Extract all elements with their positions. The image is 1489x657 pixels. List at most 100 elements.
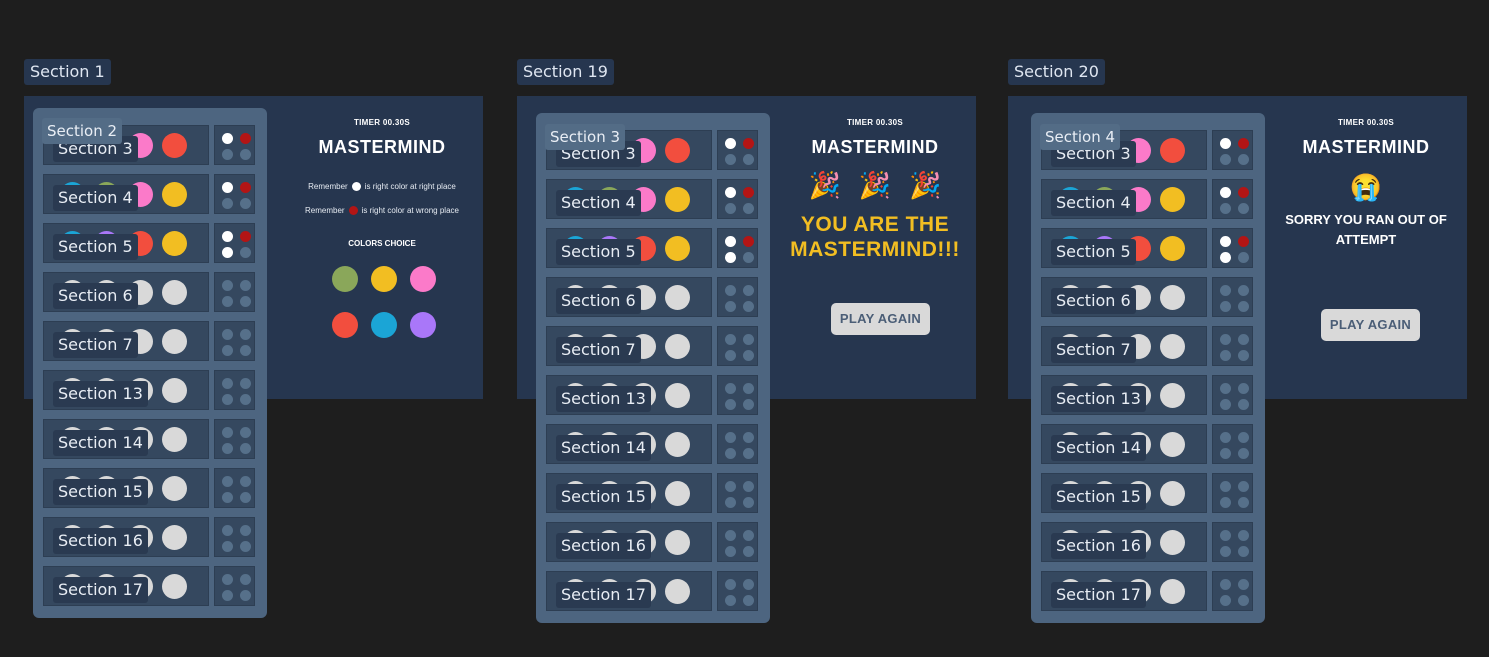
- peg-slot[interactable]: [1160, 530, 1185, 555]
- row-label[interactable]: Section 15: [53, 479, 148, 505]
- peg-slot[interactable]: [162, 231, 187, 256]
- board-row: Section 4: [43, 174, 255, 214]
- peg-slot[interactable]: [162, 574, 187, 599]
- color-choice-blue[interactable]: [371, 312, 397, 338]
- hint-dot: [743, 383, 754, 394]
- peg-slot[interactable]: [1160, 383, 1185, 408]
- peg-slot[interactable]: [162, 329, 187, 354]
- timer-text: TIMER 00.30S: [353, 118, 411, 127]
- hint-dot: [725, 203, 736, 214]
- peg-slot[interactable]: [1160, 285, 1185, 310]
- peg-slot[interactable]: [162, 133, 187, 158]
- peg-slot[interactable]: [1160, 138, 1185, 163]
- board-row: Section 7: [546, 326, 758, 366]
- peg-slot[interactable]: [1160, 187, 1185, 212]
- board-label[interactable]: Section 2: [42, 118, 123, 144]
- color-choice-red[interactable]: [332, 312, 358, 338]
- peg-slot[interactable]: [162, 427, 187, 452]
- row-label[interactable]: Section 14: [1051, 435, 1146, 461]
- peg-slot[interactable]: [1160, 481, 1185, 506]
- peg-slot[interactable]: [665, 579, 690, 604]
- peg-slot[interactable]: [1160, 334, 1185, 359]
- peg-slot[interactable]: [665, 432, 690, 457]
- hint-pegs: [1212, 326, 1253, 366]
- peg-slot[interactable]: [665, 187, 690, 212]
- play-again-button[interactable]: PLAY AGAIN: [1321, 309, 1420, 341]
- hint-dot: [1220, 187, 1231, 198]
- row-label[interactable]: Section 13: [1051, 386, 1146, 412]
- board-row: Section 13: [546, 375, 758, 415]
- peg-slot[interactable]: [665, 285, 690, 310]
- board-row: Section 7: [1041, 326, 1253, 366]
- color-choice-yellow[interactable]: [371, 266, 397, 292]
- board-row: Section 17: [546, 571, 758, 611]
- peg-slot[interactable]: [665, 383, 690, 408]
- peg-slot[interactable]: [665, 334, 690, 359]
- row-label[interactable]: Section 5: [1051, 239, 1136, 265]
- row-label[interactable]: Section 4: [556, 190, 641, 216]
- peg-slot[interactable]: [162, 378, 187, 403]
- peg-slot[interactable]: [665, 236, 690, 261]
- frame-label-section-20[interactable]: Section 20: [1008, 59, 1105, 85]
- row-label[interactable]: Section 6: [556, 288, 641, 314]
- hint-dot: [1220, 285, 1231, 296]
- row-label[interactable]: Section 7: [53, 332, 138, 358]
- board-label[interactable]: Section 4: [1040, 124, 1121, 150]
- row-label[interactable]: Section 5: [556, 239, 641, 265]
- peg-slot[interactable]: [665, 481, 690, 506]
- peg-slot[interactable]: [162, 182, 187, 207]
- hint-dot: [240, 541, 251, 552]
- peg-slot[interactable]: [162, 476, 187, 501]
- hint-pegs: [717, 571, 758, 611]
- row-label[interactable]: Section 17: [556, 582, 651, 608]
- color-choice-purple[interactable]: [410, 312, 436, 338]
- peg-slot[interactable]: [162, 280, 187, 305]
- row-label[interactable]: Section 14: [556, 435, 651, 461]
- hint-dot: [743, 350, 754, 361]
- hint-dot: [1238, 546, 1249, 557]
- row-label[interactable]: Section 14: [53, 430, 148, 456]
- hint-dot: [725, 497, 736, 508]
- frame-label-section-19[interactable]: Section 19: [517, 59, 614, 85]
- row-label[interactable]: Section 16: [53, 528, 148, 554]
- peg-slot[interactable]: [1160, 579, 1185, 604]
- row-label[interactable]: Section 13: [53, 381, 148, 407]
- row-label[interactable]: Section 16: [556, 533, 651, 559]
- win-panel: TIMER 00.30S MASTERMIND 🎉 🎉 🎉 YOU ARE TH…: [775, 118, 975, 262]
- row-label[interactable]: Section 4: [53, 185, 138, 211]
- board-row: Section 6: [546, 277, 758, 317]
- row-label[interactable]: Section 6: [53, 283, 138, 309]
- hint-dot: [240, 182, 251, 193]
- hint-dot: [743, 285, 754, 296]
- row-label[interactable]: Section 15: [556, 484, 651, 510]
- row-label[interactable]: Section 5: [53, 234, 138, 260]
- board-row: Section 14: [1041, 424, 1253, 464]
- row-label[interactable]: Section 15: [1051, 484, 1146, 510]
- row-label[interactable]: Section 16: [1051, 533, 1146, 559]
- play-again-button[interactable]: PLAY AGAIN: [831, 303, 930, 335]
- row-label[interactable]: Section 6: [1051, 288, 1136, 314]
- hint-dot: [1238, 252, 1249, 263]
- row-label[interactable]: Section 13: [556, 386, 651, 412]
- frame-label-section-1[interactable]: Section 1: [24, 59, 111, 85]
- hint-dot: [1238, 432, 1249, 443]
- board-label[interactable]: Section 3: [545, 124, 626, 150]
- color-choice-green[interactable]: [332, 266, 358, 292]
- row-label[interactable]: Section 4: [1051, 190, 1136, 216]
- peg-slot[interactable]: [1160, 236, 1185, 261]
- peg-slot[interactable]: [1160, 432, 1185, 457]
- hint-dot: [240, 378, 251, 389]
- board-row: Section 13: [43, 370, 255, 410]
- row-label[interactable]: Section 17: [53, 577, 148, 603]
- hint-dot: [725, 350, 736, 361]
- peg-slot[interactable]: [162, 525, 187, 550]
- peg-slot[interactable]: [665, 530, 690, 555]
- row-label[interactable]: Section 7: [1051, 337, 1136, 363]
- color-choice-pink[interactable]: [410, 266, 436, 292]
- row-label[interactable]: Section 17: [1051, 582, 1146, 608]
- peg-slot[interactable]: [665, 138, 690, 163]
- hint-pegs: [1212, 424, 1253, 464]
- party-emoji-row: 🎉 🎉 🎉: [775, 170, 975, 200]
- row-label[interactable]: Section 7: [556, 337, 641, 363]
- board-row: Section 6: [43, 272, 255, 312]
